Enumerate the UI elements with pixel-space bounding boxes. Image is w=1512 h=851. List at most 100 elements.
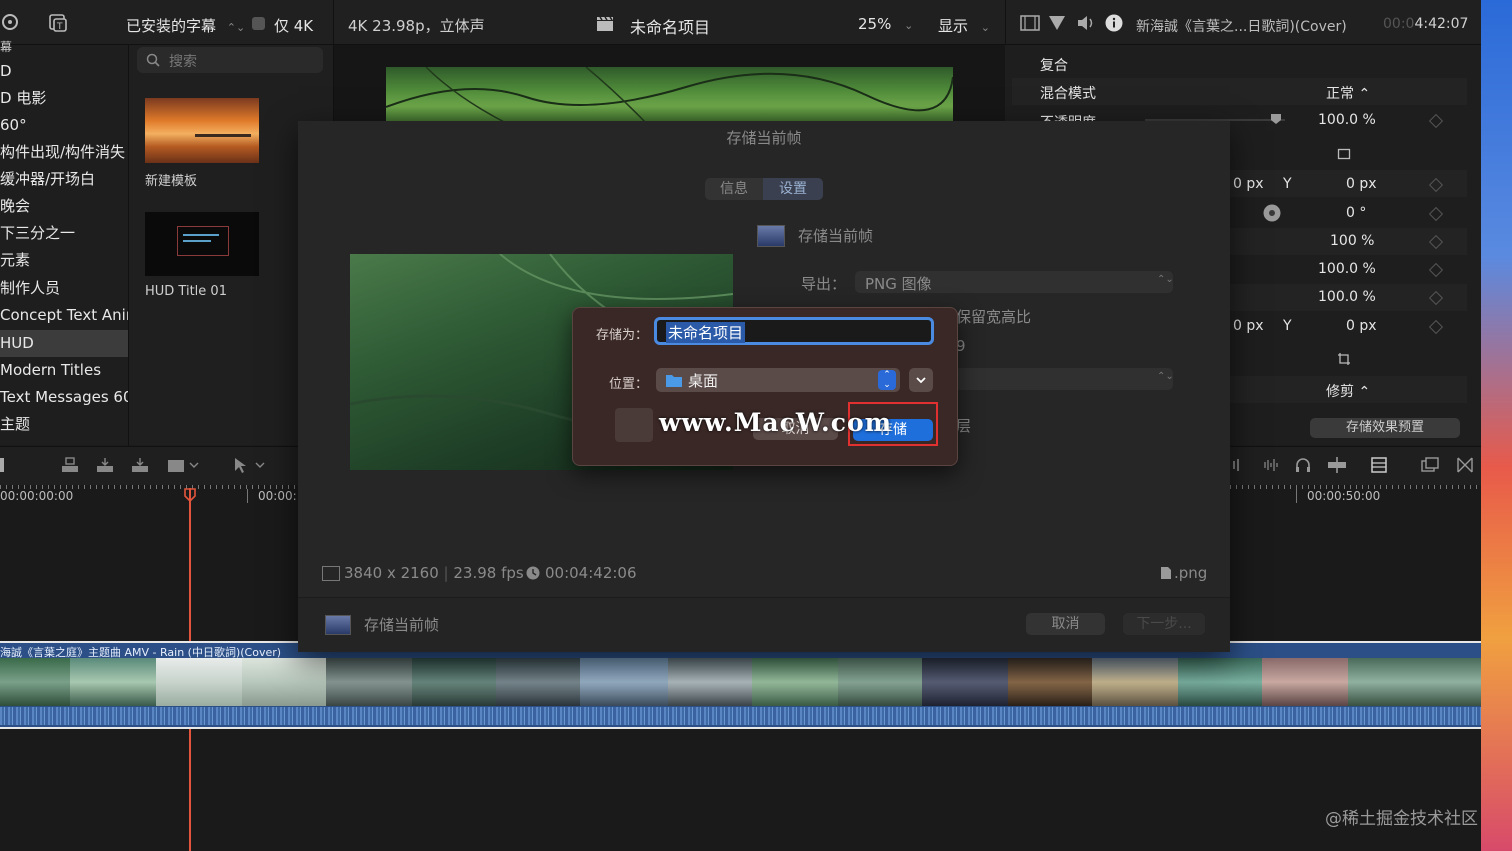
sidebar-item[interactable]: Text Messages 60 [0, 384, 128, 411]
transform-onscreen-icon[interactable] [1337, 147, 1351, 161]
sidebar-item[interactable]: 制作人员 [0, 275, 128, 302]
select-tool-icon[interactable] [232, 456, 266, 474]
sidebar-item[interactable]: 元素 [0, 247, 128, 274]
connect-clip-icon[interactable] [60, 456, 80, 474]
crop-onscreen-icon[interactable] [1337, 352, 1351, 366]
video-inspector-icon[interactable] [1020, 15, 1040, 31]
watermark-text: www.MacW.com [659, 408, 893, 437]
expand-dialog-button[interactable] [909, 368, 933, 392]
crop-popup[interactable]: 修剪 ⌃ [1326, 381, 1370, 401]
toolbar-divider [333, 0, 334, 44]
export-format-popup[interactable]: PNG 图像 ⌃⌄ [855, 271, 1174, 293]
installed-titles-popup[interactable]: 已安装的字幕 ⌃⌄ [126, 15, 245, 36]
save-effects-preset-button[interactable]: 存储效果预置 [1310, 418, 1460, 438]
save-as-value: 未命名项目 [666, 322, 746, 343]
effects-browser-icon[interactable] [1420, 456, 1440, 474]
sidebar-item[interactable]: D [0, 58, 128, 85]
waveform-icon[interactable] [1260, 457, 1280, 473]
audio-meters-icon[interactable] [1232, 457, 1248, 473]
only-4k-checkbox[interactable] [252, 17, 265, 30]
clock-icon [526, 566, 540, 580]
format-label: 4K 23.98p，立体声 [348, 17, 485, 35]
composite-section: 复合 [1040, 58, 1068, 74]
color-inspector-icon[interactable] [1048, 15, 1066, 31]
location-popup[interactable]: 桌面 ⌃ ⌄ [656, 368, 900, 392]
display-popup[interactable]: 显示 ⌄ [938, 15, 990, 36]
dialog-app-icon [615, 408, 653, 442]
sheet-cancel-button[interactable]: 取消 [1026, 613, 1105, 635]
sidebar-item-hud[interactable]: HUD [0, 330, 128, 357]
sidebar-item[interactable]: 60° [0, 112, 128, 139]
footer-watermark: @稀土掘金技术社区 [1325, 809, 1478, 829]
position-y-value[interactable]: 0 px [1346, 176, 1377, 192]
rotation-value[interactable]: 0 ° [1346, 205, 1366, 221]
zoom-popup[interactable]: 25% ⌄ [858, 15, 913, 33]
playhead-handle-icon[interactable] [184, 488, 196, 502]
sheet-next-button[interactable]: 下一步... [1123, 613, 1205, 635]
location-label: 位置： [609, 377, 649, 392]
sidebar-item[interactable]: Modern Titles [0, 357, 128, 384]
append-clip-icon[interactable] [130, 456, 150, 474]
sidebar-item[interactable]: Concept Text Anima [0, 302, 128, 329]
chevron-down-icon: ⌄ [980, 21, 991, 34]
clip-thumbnail [242, 658, 326, 706]
scale-all-value[interactable]: 100 % [1330, 233, 1374, 249]
installed-titles-label: 已安装的字幕 [126, 17, 217, 35]
audio-waveform [0, 707, 1481, 725]
clip-thumbnail [1092, 658, 1178, 706]
project-name: 未命名项目 [630, 18, 711, 37]
insert-clip-icon[interactable] [95, 456, 115, 474]
libraries-icon[interactable] [0, 12, 20, 32]
titles-generators-icon[interactable]: T [47, 12, 69, 34]
preset-name: 存储当前帧 [798, 227, 874, 245]
position-x-value[interactable]: 0 px [1233, 176, 1264, 192]
zoom-value: 25% [858, 15, 892, 33]
template-thumbnail-sunset[interactable] [145, 98, 259, 163]
blend-mode-popup[interactable]: 正常 ⌃ [1326, 83, 1370, 103]
position-y-label: Y [1283, 176, 1292, 192]
ruler-tc-end: 00:00:50:00 [1307, 489, 1381, 503]
search-placeholder: 搜索 [169, 54, 197, 70]
headphones-icon[interactable] [1294, 456, 1312, 474]
anchor-y-value[interactable]: 0 px [1346, 318, 1377, 334]
opacity-slider-knob[interactable] [1270, 113, 1282, 125]
sidebar-item[interactable]: 缓冲器/开场白 [0, 166, 128, 193]
template-thumbnail-hud[interactable] [145, 212, 259, 276]
sidebar-item[interactable]: 构件出现/构件消失 [0, 139, 128, 166]
chevron-down-icon: ⌄ [904, 19, 914, 32]
tab-info[interactable]: 信息 [705, 178, 763, 200]
clip-thumbnail [156, 658, 242, 706]
sidebar-item[interactable]: 晚会 [0, 193, 128, 220]
template-label: HUD Title 01 [145, 284, 227, 299]
opacity-value[interactable]: 100.0 % [1318, 112, 1376, 128]
location-value: 桌面 [688, 372, 719, 390]
timeline-index-icon[interactable] [0, 458, 4, 472]
clip-appearance-icon[interactable] [1370, 456, 1388, 474]
audio-inspector-icon[interactable] [1076, 15, 1096, 31]
skimming-icon[interactable] [1326, 456, 1348, 474]
clip-thumbnail [1178, 658, 1262, 706]
save-as-field[interactable]: 未命名项目 [654, 317, 934, 345]
sidebar-item[interactable]: 下三分之一 [0, 220, 128, 247]
scale-y-value[interactable]: 100.0 % [1318, 289, 1376, 305]
export-sheet-title: 存储当前帧 [726, 129, 802, 147]
clip-thumbnail [326, 658, 412, 706]
clip-thumbnail [496, 658, 580, 706]
chevron-updown-icon: ⌃⌄ [1157, 274, 1174, 285]
clip-thumbnail [1348, 658, 1481, 706]
search-field[interactable]: 搜索 [137, 47, 323, 73]
secondary-popup[interactable]: ⌃⌄ [955, 368, 1174, 390]
tab-settings[interactable]: 设置 [763, 178, 823, 200]
timecode: 00:04:42:07 [1383, 16, 1468, 32]
transitions-browser-icon[interactable] [1456, 456, 1474, 474]
overwrite-clip-icon[interactable] [166, 456, 200, 474]
blend-mode-label: 混合模式 [1040, 86, 1096, 102]
info-inspector-icon[interactable] [1105, 14, 1123, 32]
anchor-x-value[interactable]: 0 px [1233, 318, 1264, 334]
sidebar-item[interactable]: 主题 [0, 411, 128, 438]
clip-thumbnail [838, 658, 922, 706]
rotation-dial-icon[interactable] [1263, 204, 1281, 222]
save-dialog: 存储为： 未命名项目 位置： 桌面 ⌃ ⌄ 取消 存储 www.MacW.com [572, 307, 958, 466]
scale-x-value[interactable]: 100.0 % [1318, 261, 1376, 277]
sidebar-item[interactable]: D 电影 [0, 85, 128, 112]
